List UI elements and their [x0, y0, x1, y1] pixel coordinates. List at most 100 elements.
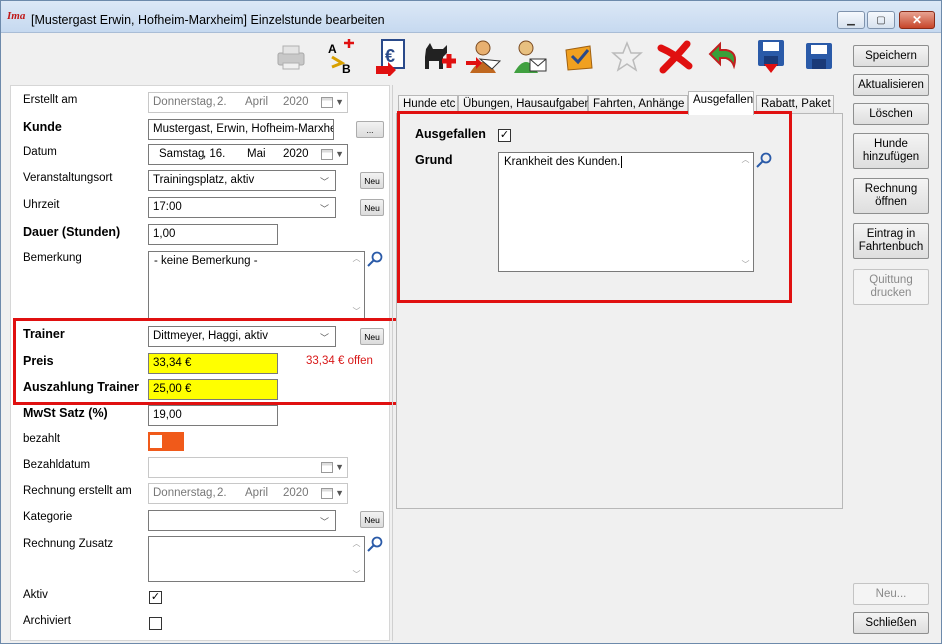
kategorie-label: Kategorie: [23, 511, 73, 523]
bezahlt-toggle[interactable]: [148, 432, 184, 451]
send-person-button[interactable]: [465, 37, 505, 77]
mail-check-icon: [565, 45, 593, 71]
uhrzeit-new-button[interactable]: Neu: [360, 199, 384, 216]
scrollbar[interactable]: ︿ ﹀: [350, 538, 363, 580]
archiviert-label: Archiviert: [23, 615, 71, 627]
bemerkung-textarea[interactable]: - keine Bemerkung - ︿ ﹀: [148, 251, 365, 319]
save-icon: [806, 43, 832, 69]
datum-date[interactable]: Samstag , 16. Mai 2020 ▼: [148, 144, 348, 165]
scroll-down-icon[interactable]: ﹀: [353, 306, 361, 317]
uhrzeit-select[interactable]: 17:00 ﹀: [148, 197, 336, 218]
rechnung-zusatz-label: Rechnung Zusatz: [23, 538, 114, 550]
delete-button[interactable]: [655, 37, 695, 77]
date-weekday: Samstag: [159, 148, 205, 160]
add-dog-icon: [425, 43, 456, 69]
button-line: Quittung: [869, 274, 913, 286]
scroll-down-icon[interactable]: ﹀: [353, 569, 361, 580]
bezahldatum-label: Bezahldatum: [23, 459, 91, 471]
aktualisieren-button[interactable]: Aktualisieren: [853, 74, 929, 96]
rechnung-erstellt-date: Donnerstag, 2. April 2020 ▼: [148, 483, 348, 504]
save-close-button[interactable]: [751, 37, 791, 77]
neu-button[interactable]: Neu...: [853, 583, 929, 605]
button-line: Fahrtenbuch: [858, 241, 924, 253]
close-button[interactable]: ✕: [899, 11, 935, 29]
date-year: 2020: [283, 148, 309, 160]
panel-divider[interactable]: [392, 85, 393, 641]
close-icon: ✕: [911, 13, 923, 27]
fahrtenbuch-button[interactable]: Eintrag in Fahrtenbuch: [853, 223, 929, 259]
calendar-icon: [321, 97, 333, 108]
calendar-icon: [321, 462, 333, 473]
magnifier-icon[interactable]: [366, 250, 384, 268]
maximize-icon: ▢: [876, 14, 886, 26]
window-title: [Mustergast Erwin, Hofheim-Marxheim] Ein…: [31, 13, 385, 27]
chevron-down-icon: ﹀: [319, 517, 329, 527]
calendar-icon[interactable]: [321, 149, 333, 160]
toggle-knob: [150, 435, 162, 448]
speichern-button[interactable]: Speichern: [853, 45, 929, 67]
kategorie-select[interactable]: ﹀: [148, 510, 336, 531]
hunde-hinzufuegen-button[interactable]: Hunde hinzufügen: [853, 133, 929, 169]
magnifier-icon[interactable]: [366, 535, 384, 553]
chevron-down-icon: ▼: [335, 488, 344, 498]
title-bar: Ima [Mustergast Erwin, Hofheim-Marxheim]…: [1, 1, 941, 33]
undo-button[interactable]: [705, 37, 745, 77]
bezahlt-label: bezahlt: [23, 433, 61, 445]
print-button[interactable]: [271, 37, 311, 77]
tab-bar: Hunde etc Übungen, Hausaufgaben Fahrten,…: [396, 91, 844, 115]
star-outline-icon: [611, 40, 643, 72]
aktiv-label: Aktiv: [23, 589, 48, 601]
scroll-up-icon[interactable]: ︿: [353, 253, 361, 264]
veranstaltungsort-label: Veranstaltungsort: [23, 172, 113, 184]
chevron-down-icon[interactable]: ▼: [335, 149, 344, 159]
person-mail-button[interactable]: [511, 37, 551, 77]
main-window: Ima [Mustergast Erwin, Hofheim-Marxheim]…: [0, 0, 942, 644]
star-button[interactable]: [607, 37, 647, 77]
schliessen-button[interactable]: Schließen: [853, 612, 929, 634]
bezahldatum-date[interactable]: ▼: [148, 457, 348, 478]
date-weekday: Donnerstag,: [153, 487, 216, 499]
loeschen-button[interactable]: Löschen: [853, 103, 929, 125]
minimize-button[interactable]: ▁: [837, 11, 865, 29]
datum-label: Datum: [23, 146, 57, 158]
veranstaltungsort-select[interactable]: Trainingsplatz, aktiv ﹀: [148, 170, 336, 191]
svg-text:€: €: [385, 46, 395, 66]
date-month: Mai: [247, 148, 266, 160]
chevron-down-icon: ▼: [335, 97, 344, 107]
date-month: April: [245, 96, 269, 108]
rechnung-oeffnen-button[interactable]: Rechnung öffnen: [853, 178, 929, 214]
chevron-down-icon: ﹀: [319, 204, 329, 214]
date-day: 2.: [217, 96, 227, 108]
button-line: hinzufügen: [862, 151, 920, 163]
date-day: , 16.: [203, 148, 226, 160]
action-panel: [847, 37, 941, 641]
rechnung-zusatz-textarea[interactable]: ︿ ﹀: [148, 536, 365, 582]
mail-check-button[interactable]: [559, 37, 599, 77]
invoice-button[interactable]: €: [371, 37, 411, 77]
invoice-euro-icon: €: [376, 39, 405, 76]
kategorie-new-button[interactable]: Neu: [360, 511, 384, 528]
button-line: Hunde: [874, 138, 908, 150]
mwst-input[interactable]: 19,00: [148, 405, 278, 426]
aktiv-checkbox[interactable]: ✓: [149, 591, 162, 604]
archiviert-checkbox[interactable]: [149, 617, 162, 630]
add-dog-button[interactable]: [419, 37, 459, 77]
quittung-drucken-button[interactable]: Quittung drucken: [853, 269, 929, 305]
bemerkung-label: Bemerkung: [23, 252, 82, 264]
date-month: April: [245, 487, 269, 499]
bemerkung-value: - keine Bemerkung -: [154, 255, 258, 267]
scrollbar[interactable]: ︿ ﹀: [350, 253, 363, 317]
date-year: 2020: [283, 96, 309, 108]
veranstaltungsort-new-button[interactable]: Neu: [360, 172, 384, 189]
tab-ausgefallen[interactable]: Ausgefallen: [688, 91, 754, 115]
button-line: Eintrag in: [866, 228, 916, 240]
sort-button[interactable]: AB: [321, 37, 361, 77]
minimize-icon: ▁: [847, 14, 855, 26]
kunde-select-button[interactable]: ...: [356, 121, 384, 138]
scroll-up-icon[interactable]: ︿: [353, 538, 361, 549]
button-line: öffnen: [875, 196, 907, 208]
dauer-input[interactable]: 1,00: [148, 224, 278, 245]
save-toolbar-button[interactable]: [799, 37, 839, 77]
maximize-button[interactable]: ▢: [867, 11, 895, 29]
kunde-field[interactable]: Mustergast, Erwin, Hofheim-Marxheim: [148, 119, 334, 140]
